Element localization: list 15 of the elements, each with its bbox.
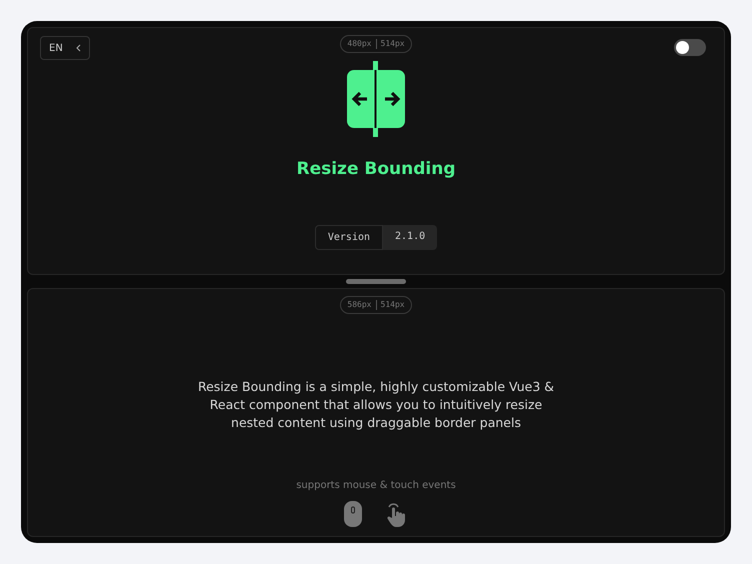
touch-hand-icon	[386, 501, 408, 527]
version-value: 2.1.0	[383, 224, 438, 250]
language-code: EN	[49, 42, 63, 56]
size-badge: 586px 514px	[340, 296, 412, 314]
version-label: Version	[314, 224, 384, 250]
language-selector[interactable]: EN	[40, 36, 90, 60]
theme-toggle[interactable]	[674, 39, 706, 56]
size-badge: 480px 514px	[340, 35, 412, 53]
app-title: Resize Bounding	[295, 158, 457, 181]
resize-handle[interactable]	[346, 279, 406, 284]
support-text: supports mouse & touch events	[295, 479, 457, 493]
resize-logo-icon	[347, 61, 405, 137]
description-text: Resize Bounding is a simple, highly customizable Vue3 & React component that allows you to intuitively resize nested content using draggable border panels	[196, 378, 555, 432]
chevron-left-icon	[76, 44, 81, 52]
mouse-icon	[344, 501, 362, 527]
